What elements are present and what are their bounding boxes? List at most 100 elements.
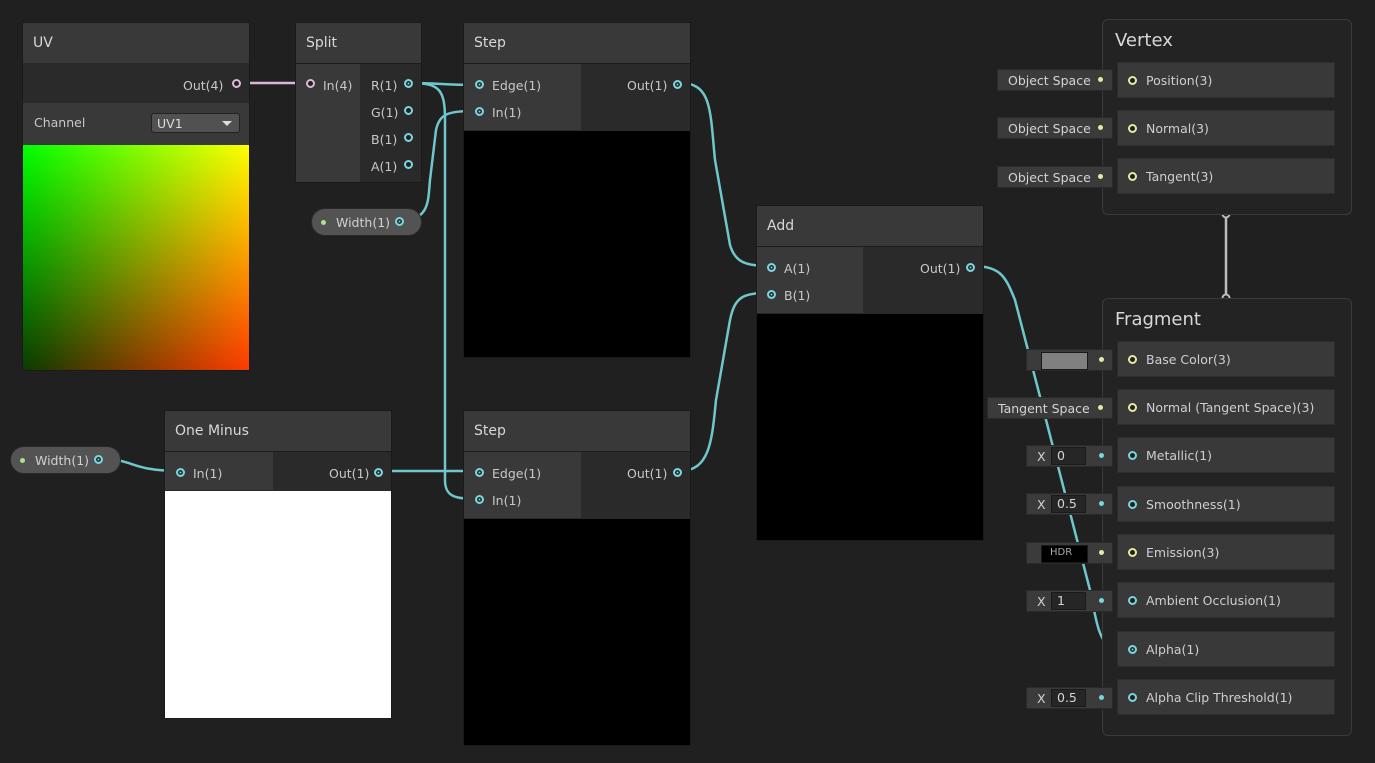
uv-node-header[interactable]: UV — [23, 23, 249, 64]
split-node[interactable]: Split In(4) R(1) G(1) B(1) A(1) — [295, 22, 422, 183]
vertex-position-slot[interactable]: Position(3) — [1117, 62, 1335, 98]
ao-input[interactable]: 1 — [1051, 592, 1086, 610]
width-left-out-port[interactable] — [94, 455, 103, 464]
step-bottom-header[interactable]: Step — [464, 411, 690, 452]
add-title: Add — [767, 218, 795, 234]
metallic-field[interactable]: X0 — [1026, 445, 1113, 467]
smoothness-input[interactable]: 0.5 — [1051, 495, 1086, 513]
uv-channel-label: Channel — [34, 115, 86, 130]
vertex-tangent-slot[interactable]: Tangent(3) — [1117, 158, 1335, 194]
step-top-in-port[interactable] — [475, 107, 484, 116]
split-out-b-port[interactable] — [404, 133, 413, 142]
step-node-top[interactable]: Step Edge(1) In(1) Out(1) — [463, 22, 691, 358]
uv-node-title: UV — [33, 35, 53, 51]
alpha-slot[interactable]: Alpha(1) — [1117, 631, 1335, 667]
width-top-label: Width(1) — [336, 215, 391, 230]
add-preview — [757, 314, 983, 540]
add-out-port[interactable] — [966, 263, 975, 272]
step-bottom-edge-port[interactable] — [475, 468, 484, 477]
tangent-space-field[interactable]: Object Space — [997, 166, 1113, 188]
add-node[interactable]: Add A(1) B(1) Out(1) — [756, 205, 984, 541]
uv-out-label: Out(4) — [183, 78, 224, 93]
width-left-label: Width(1) — [35, 453, 90, 468]
width-property-top[interactable]: Width(1) — [311, 208, 422, 236]
add-a-label: A(1) — [784, 261, 811, 276]
smoothness-slot[interactable]: Smoothness(1) — [1117, 486, 1335, 522]
step-top-title: Step — [474, 35, 506, 51]
smoothness-field[interactable]: X 0.5 — [1026, 493, 1113, 515]
width-property-left[interactable]: Width(1) — [10, 446, 121, 474]
uv-channel-dropdown[interactable]: UV1 — [151, 113, 240, 133]
step-top-edge-label: Edge(1) — [492, 78, 542, 93]
hdr-swatch[interactable]: HDR — [1041, 545, 1088, 563]
alpha-clip-port[interactable] — [1128, 693, 1137, 702]
step-node-bottom[interactable]: Step Edge(1) In(1) Out(1) — [463, 410, 691, 746]
step-bottom-in-port[interactable] — [475, 495, 484, 504]
alpha-clip-slot[interactable]: Alpha Clip Threshold(1) — [1117, 679, 1335, 715]
smoothness-port[interactable] — [1128, 500, 1137, 509]
tangent-port[interactable] — [1128, 172, 1137, 181]
normal-ts-slot[interactable]: Normal (Tangent Space)(3) — [1117, 389, 1335, 425]
normal-space-field[interactable]: Object Space — [997, 117, 1113, 139]
alpha-port[interactable] — [1128, 645, 1137, 654]
vertex-title: Vertex — [1115, 30, 1173, 51]
split-node-header[interactable]: Split — [296, 23, 421, 64]
step-top-in-label: In(1) — [492, 105, 522, 120]
position-port[interactable] — [1128, 76, 1137, 85]
split-in-port[interactable] — [306, 79, 315, 88]
one-minus-title: One Minus — [175, 423, 249, 439]
base-color-port[interactable] — [1128, 355, 1137, 364]
step-top-edge-port[interactable] — [475, 80, 484, 89]
one-minus-node[interactable]: One Minus In(1) Out(1) — [164, 410, 392, 719]
split-out-g-port[interactable] — [404, 106, 413, 115]
step-bottom-preview — [464, 519, 690, 745]
step-bottom-edge-label: Edge(1) — [492, 466, 542, 481]
color-swatch[interactable] — [1041, 352, 1088, 370]
one-minus-in-label: In(1) — [193, 466, 223, 481]
base-color-field[interactable] — [1026, 349, 1113, 371]
metallic-slot[interactable]: Metallic(1) — [1117, 437, 1335, 473]
alpha-clip-input[interactable]: 0.5 — [1051, 689, 1086, 707]
normal-ts-field[interactable]: Tangent Space — [987, 397, 1113, 419]
add-a-port[interactable] — [767, 263, 776, 272]
add-b-label: B(1) — [784, 288, 811, 303]
normal-ts-port[interactable] — [1128, 403, 1137, 412]
emission-port[interactable] — [1128, 548, 1137, 557]
uv-out-port[interactable] — [232, 79, 241, 88]
step-top-out-port[interactable] — [673, 80, 682, 89]
one-minus-preview — [165, 491, 391, 718]
step-bottom-out-label: Out(1) — [627, 466, 668, 481]
emission-field[interactable]: HDR — [1026, 542, 1113, 564]
property-dot-icon — [321, 220, 326, 225]
base-color-slot[interactable]: Base Color(3) — [1117, 341, 1335, 377]
one-minus-out-label: Out(1) — [329, 466, 370, 481]
split-out-r-label: R(1) — [371, 78, 398, 93]
ao-port[interactable] — [1128, 596, 1137, 605]
one-minus-out-port[interactable] — [374, 468, 383, 477]
step-top-header[interactable]: Step — [464, 23, 690, 64]
one-minus-header[interactable]: One Minus — [165, 411, 391, 452]
step-top-preview — [464, 131, 690, 357]
split-out-a-label: A(1) — [371, 159, 398, 174]
metallic-port[interactable] — [1128, 451, 1137, 460]
add-b-port[interactable] — [767, 290, 776, 299]
property-dot-icon — [20, 458, 25, 463]
step-bottom-out-port[interactable] — [673, 468, 682, 477]
one-minus-in-port[interactable] — [176, 468, 185, 477]
split-out-a-port[interactable] — [404, 160, 413, 169]
vertex-normal-slot[interactable]: Normal(3) — [1117, 110, 1335, 146]
position-space-field[interactable]: Object Space — [997, 69, 1113, 91]
step-bottom-title: Step — [474, 423, 506, 439]
chevron-down-icon — [222, 121, 232, 126]
split-node-title: Split — [306, 35, 338, 51]
normal-port[interactable] — [1128, 124, 1137, 133]
emission-slot[interactable]: Emission(3) — [1117, 534, 1335, 570]
width-top-out-port[interactable] — [395, 217, 404, 226]
alpha-clip-field[interactable]: X 0.5 — [1026, 687, 1113, 709]
ao-field[interactable]: X1 — [1026, 590, 1113, 612]
fragment-title: Fragment — [1115, 309, 1201, 330]
split-out-r-port[interactable] — [404, 79, 413, 88]
ao-slot[interactable]: Ambient Occlusion(1) — [1117, 582, 1335, 618]
add-header[interactable]: Add — [757, 206, 983, 247]
metallic-input[interactable]: 0 — [1051, 447, 1086, 465]
